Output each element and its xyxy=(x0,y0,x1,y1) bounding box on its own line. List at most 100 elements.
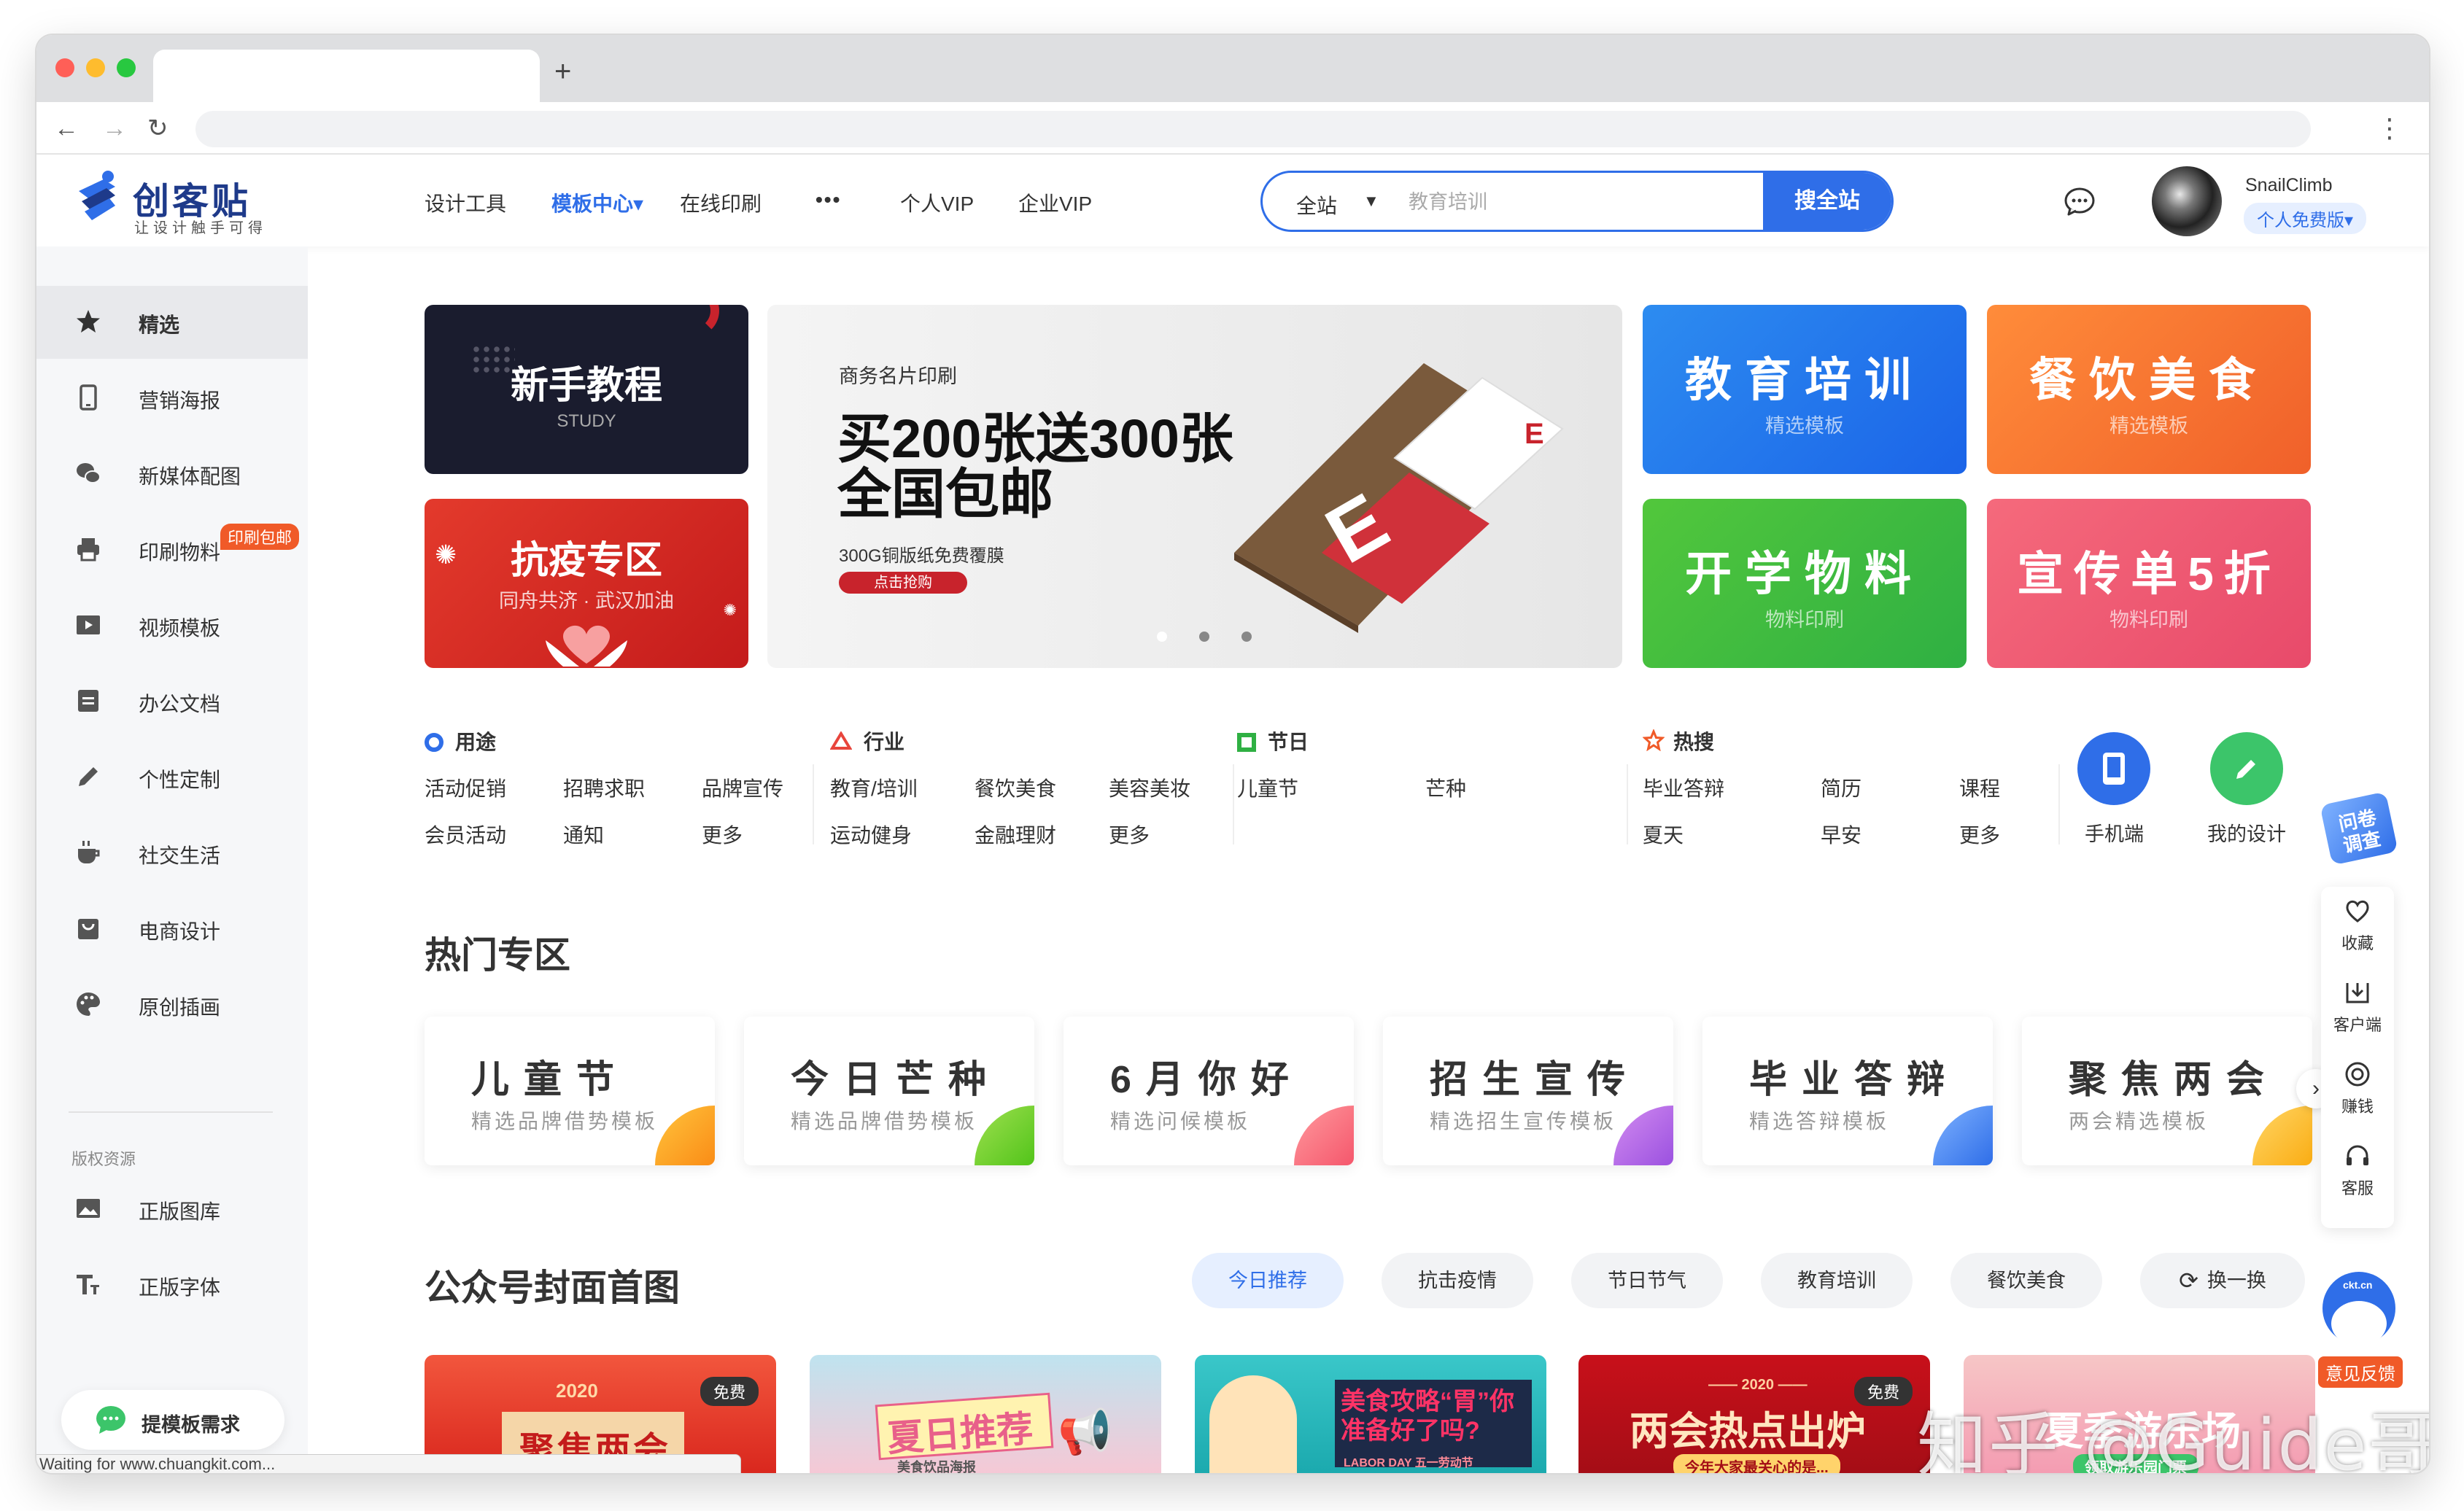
hero-cta-button[interactable]: 点击抢购 xyxy=(839,572,967,594)
category-link[interactable]: 儿童节 xyxy=(1237,773,1298,802)
category-link[interactable]: 课程 xyxy=(1959,773,2000,802)
category-link[interactable]: 品牌宣传 xyxy=(702,773,783,802)
sidebar-item-featured[interactable]: 精选 xyxy=(36,286,308,359)
category-link[interactable]: 活动促销 xyxy=(425,773,506,802)
tab-food[interactable]: 餐饮美食 xyxy=(1950,1253,2102,1308)
my-design-button[interactable] xyxy=(2210,732,2283,805)
category-more-link[interactable]: 更多 xyxy=(1959,820,2000,849)
username[interactable]: SnailClimb xyxy=(2245,175,2332,196)
tile-flyer-discount[interactable]: 宣传单5折 物料印刷 xyxy=(1987,499,2311,668)
tab-festival[interactable]: 节日节气 xyxy=(1571,1253,1723,1308)
mobile-app-label[interactable]: 手机端 xyxy=(2085,818,2144,847)
minimize-window-button[interactable] xyxy=(86,58,105,77)
category-link[interactable]: 芒种 xyxy=(1425,773,1466,802)
star-outline-icon xyxy=(1642,729,1665,756)
category-separator xyxy=(1233,764,1234,844)
carousel-dot-3[interactable] xyxy=(1241,632,1252,642)
zoom-window-button[interactable] xyxy=(117,58,136,77)
tile-education[interactable]: 教育培训 精选模板 xyxy=(1643,305,1967,474)
cover-thumb[interactable]: 美食攻略“胃”你准备好了吗? LABOR DAY 五一劳动节 xyxy=(1195,1355,1546,1473)
survey-badge[interactable]: 问卷调查 xyxy=(2320,791,2398,871)
tutorial-banner[interactable]: 新手教程 STUDY xyxy=(425,305,748,474)
nav-more-button[interactable]: ••• xyxy=(815,188,841,211)
cover-thumb[interactable]: 夏日推荐 美食饮品海报 📢 xyxy=(810,1355,1161,1473)
category-link[interactable]: 毕业答辩 xyxy=(1643,773,1724,802)
search-scope-select[interactable]: 全站 xyxy=(1296,190,1337,220)
browser-menu-button[interactable]: ⋮ xyxy=(2376,108,2403,149)
hot-card-sub: 精选答辩模板 xyxy=(1749,1110,1890,1133)
epidemic-banner[interactable]: ✺ ✺ 抗疫专区 同舟共济 · 武汉加油 xyxy=(425,499,748,668)
category-link[interactable]: 招聘求职 xyxy=(563,773,645,802)
mascot-tag: ckt.cn xyxy=(2343,1279,2373,1291)
hot-card[interactable]: 儿童节 精选品牌借势模板 xyxy=(425,1017,715,1165)
url-field[interactable] xyxy=(195,111,2311,147)
category-link[interactable]: 简历 xyxy=(1821,773,1861,802)
carousel-dot-2[interactable] xyxy=(1199,632,1209,642)
new-tab-button[interactable]: + xyxy=(554,50,571,93)
sidebar-item-custom[interactable]: 个性定制 xyxy=(36,741,308,814)
nav-enterprise-vip[interactable]: 企业VIP xyxy=(1018,188,1092,217)
sidebar-item-fonts[interactable]: 正版字体 xyxy=(36,1248,308,1321)
tab-today[interactable]: 今日推荐 xyxy=(1192,1253,1344,1308)
close-window-button[interactable] xyxy=(55,58,74,77)
sidebar-item-video-templates[interactable]: 视频模板 xyxy=(36,589,308,662)
search-scope-caret-icon[interactable]: ▼ xyxy=(1363,192,1379,211)
earn-money-button[interactable]: 赚钱 xyxy=(2321,1050,2394,1132)
sidebar-item-label: 视频模板 xyxy=(139,617,221,640)
category-link[interactable]: 会员活动 xyxy=(425,820,506,849)
message-icon[interactable] xyxy=(2063,187,2096,216)
hot-card[interactable]: 招生宣传 精选招生宣传模板 xyxy=(1383,1017,1673,1165)
tile-food[interactable]: 餐饮美食 精选模板 xyxy=(1987,305,2311,474)
sidebar-item-social-life[interactable]: 社交生活 xyxy=(36,817,308,890)
hot-card[interactable]: 6月你好 精选问候模板 xyxy=(1064,1017,1354,1165)
user-avatar[interactable] xyxy=(2152,166,2222,236)
hot-card[interactable]: 聚焦两会 两会精选模板 xyxy=(2022,1017,2312,1165)
search-input[interactable] xyxy=(1409,183,1729,221)
mobile-app-button[interactable] xyxy=(2077,732,2150,805)
logo-icon[interactable] xyxy=(74,169,123,229)
feedback-button[interactable]: ckt.cn 意见反馈 xyxy=(2312,1257,2407,1396)
sidebar-item-marketing-poster[interactable]: 营销海报 xyxy=(36,362,308,435)
carousel-dot-1[interactable] xyxy=(1157,632,1167,642)
request-template-button[interactable]: 提模板需求 xyxy=(61,1390,284,1450)
hero-carousel[interactable]: 商务名片印刷 买200张送300张 全国包邮 300G铜版纸免费覆膜 点击抢购 … xyxy=(767,305,1622,668)
tab-epidemic[interactable]: 抗击疫情 xyxy=(1382,1253,1533,1308)
reload-button[interactable]: ↻ xyxy=(147,108,168,149)
category-more-link[interactable]: 更多 xyxy=(1109,820,1150,849)
browser-tab[interactable] xyxy=(153,50,540,102)
category-link[interactable]: 金融理财 xyxy=(975,820,1056,849)
hot-card[interactable]: 毕业答辩 精选答辩模板 xyxy=(1702,1017,1993,1165)
vip-plan-badge[interactable]: 个人免费版▾ xyxy=(2244,203,2367,234)
category-link[interactable]: 早安 xyxy=(1821,820,1861,849)
forward-button[interactable]: → xyxy=(102,108,127,149)
hot-card[interactable]: 今日芒种 精选品牌借势模板 xyxy=(744,1017,1034,1165)
sidebar-item-ecommerce[interactable]: 电商设计 xyxy=(36,893,308,966)
back-button[interactable]: ← xyxy=(54,108,79,149)
category-more-link[interactable]: 更多 xyxy=(702,820,743,849)
refresh-button[interactable]: ⟳ 换一换 xyxy=(2140,1253,2305,1308)
category-link[interactable]: 运动健身 xyxy=(830,820,912,849)
tab-education[interactable]: 教育培训 xyxy=(1761,1253,1913,1308)
category-link[interactable]: 美容美妆 xyxy=(1109,773,1190,802)
category-link[interactable]: 餐饮美食 xyxy=(975,773,1056,802)
category-link[interactable]: 教育/培训 xyxy=(830,773,918,802)
sidebar-item-illustration[interactable]: 原创插画 xyxy=(36,968,308,1041)
nav-personal-vip[interactable]: 个人VIP xyxy=(900,188,974,217)
my-design-label[interactable]: 我的设计 xyxy=(2207,818,2286,847)
cover-thumb[interactable]: —— 2020 —— 免费 两会热点出炉 今年大家最关心的是... xyxy=(1578,1355,1930,1473)
category-link[interactable]: 通知 xyxy=(563,820,604,849)
sidebar-item-print-materials[interactable]: 印刷物料 印刷包邮 xyxy=(36,513,308,586)
search-button[interactable]: 搜全站 xyxy=(1763,173,1891,230)
sidebar-item-stock-images[interactable]: 正版图库 xyxy=(36,1173,308,1246)
category-link[interactable]: 夏天 xyxy=(1643,820,1684,849)
sidebar-item-office-docs[interactable]: 办公文档 xyxy=(36,665,308,738)
customer-service-button[interactable]: 客服 xyxy=(2321,1132,2394,1213)
nav-design-tools[interactable]: 设计工具 xyxy=(425,188,506,217)
tile-school-supplies[interactable]: 开学物料 物料印刷 xyxy=(1643,499,1967,668)
nav-template-center[interactable]: 模板中心▾ xyxy=(551,188,643,217)
favorites-button[interactable]: 收藏 xyxy=(2321,887,2394,968)
nav-online-print[interactable]: 在线印刷 xyxy=(680,188,762,217)
thumb-year: —— 2020 —— xyxy=(1708,1377,1808,1393)
client-download-button[interactable]: 客户端 xyxy=(2321,968,2394,1050)
sidebar-item-new-media[interactable]: 新媒体配图 xyxy=(36,438,308,510)
